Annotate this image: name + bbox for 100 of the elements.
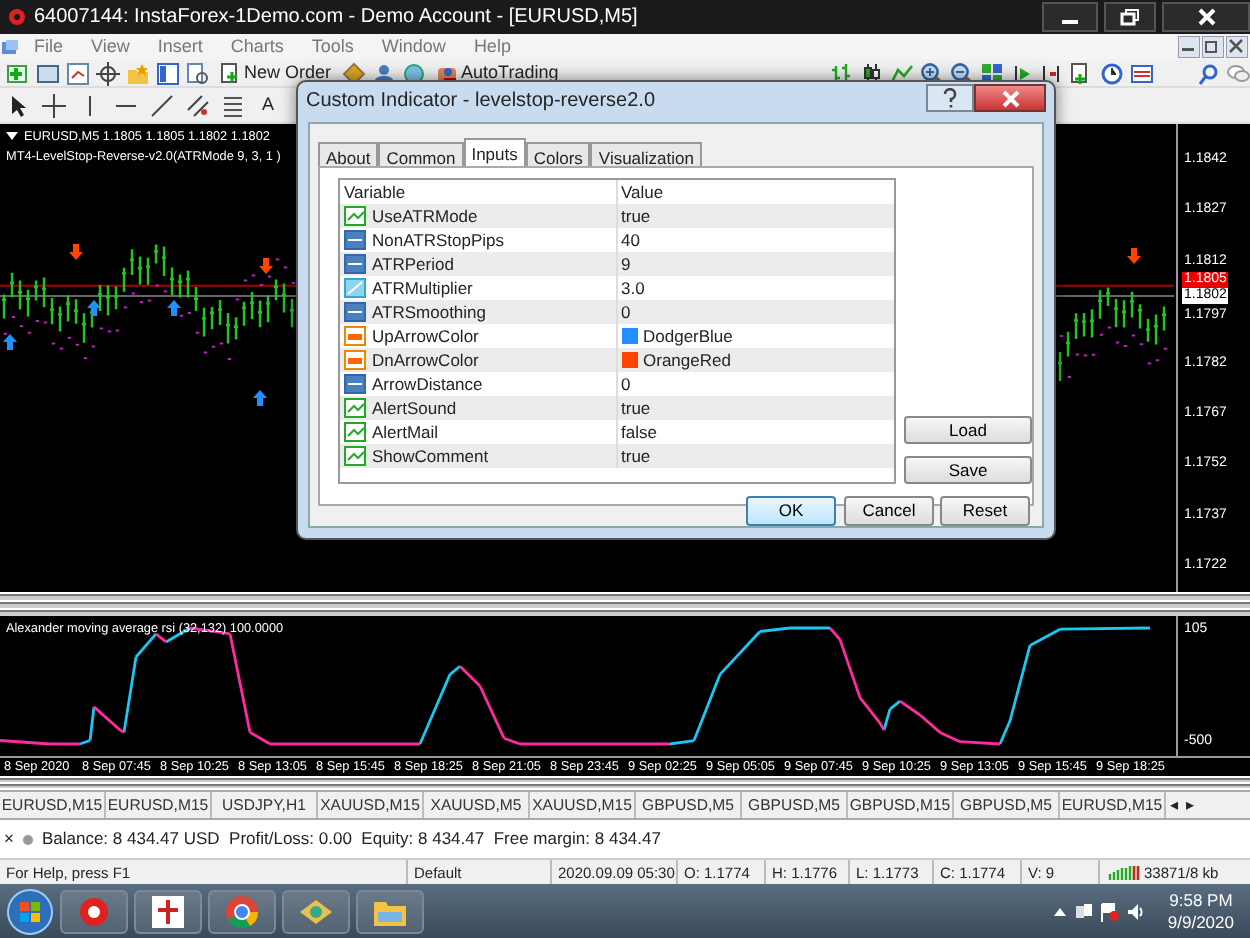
cursor-icon[interactable]	[6, 93, 30, 117]
variable-value[interactable]: 9	[621, 253, 631, 275]
restore-icon	[1120, 8, 1140, 26]
tray-arrow-icon[interactable]	[1051, 903, 1068, 919]
dialog-button[interactable]: Reset	[940, 496, 1030, 526]
dialog-button[interactable]: OK	[746, 496, 836, 526]
fibonacci-icon[interactable]	[222, 93, 246, 117]
variable-name: ArrowDistance	[372, 373, 483, 395]
variable-value[interactable]: 40	[621, 229, 640, 251]
window-title: 64007144: InstaForex-1Demo.com - Demo Account - [EURUSD,M5]	[34, 4, 640, 32]
taskbar-app[interactable]	[134, 889, 202, 933]
variable-value[interactable]: 0	[621, 301, 631, 323]
minimize-button[interactable]	[1042, 2, 1098, 32]
clock-time[interactable]: 9:58 PM	[1167, 889, 1234, 911]
variable-value[interactable]: 3.0	[621, 277, 645, 299]
network-icon[interactable]	[1073, 901, 1094, 921]
zoom-document-icon[interactable]	[186, 61, 210, 85]
account-summary: Balance: 8 434.47 USD Profit/Loss: 0.00 Equity: 8 434.47 Free margin: 8 434.47	[41, 826, 661, 852]
start-orb-icon[interactable]	[6, 887, 54, 935]
up-arrow-icon	[167, 300, 181, 316]
taskbar-app[interactable]	[208, 889, 276, 933]
variable-name: AlertMail	[372, 421, 439, 443]
up-arrow-icon	[87, 300, 101, 316]
restore-icon[interactable]	[1202, 36, 1224, 58]
channel-icon[interactable]	[186, 93, 210, 117]
help-icon	[942, 88, 958, 108]
signal-bars-icon	[1108, 864, 1140, 880]
variable-name: ATRMultiplier	[372, 277, 473, 299]
speaker-icon[interactable]	[1125, 901, 1146, 921]
side-button[interactable]: Load	[904, 416, 1032, 444]
variable-value[interactable]: true	[621, 205, 651, 227]
variable-name: UpArrowColor	[372, 325, 479, 347]
crosshair-icon[interactable]	[42, 93, 66, 117]
side-button[interactable]: Save	[904, 456, 1032, 484]
folder-star-icon[interactable]	[126, 61, 150, 85]
crosshair-icon[interactable]	[96, 61, 120, 85]
variable-name: NonATRStopPips	[372, 229, 504, 251]
variable-name: UseATRMode	[372, 205, 478, 227]
panel-icon[interactable]	[156, 61, 180, 85]
variable-value[interactable]: DodgerBlue	[643, 325, 733, 347]
flag-icon[interactable]	[1099, 901, 1120, 921]
up-arrow-icon	[3, 334, 17, 350]
close-icon	[1001, 89, 1019, 107]
up-arrow-icon	[253, 390, 267, 406]
help-button[interactable]	[926, 84, 974, 112]
taskbar-app[interactable]	[282, 889, 350, 933]
menu-item[interactable]: Help	[459, 33, 525, 61]
text-tool[interactable]: A	[258, 91, 279, 119]
chart-icon[interactable]	[66, 61, 90, 85]
restore-button[interactable]	[1104, 2, 1156, 32]
close-icon[interactable]	[1226, 36, 1248, 58]
menu-item[interactable]: Charts	[216, 33, 298, 61]
new-order-button[interactable]: New Order	[216, 59, 336, 87]
terminal-close[interactable]: ×	[4, 826, 14, 852]
minimize-icon[interactable]	[1178, 36, 1200, 58]
chat-icon[interactable]	[1226, 61, 1250, 85]
splitter-bar[interactable]	[0, 592, 1250, 616]
menu-item[interactable]: View	[77, 33, 144, 61]
gear-icon	[76, 893, 112, 929]
clock-icon[interactable]	[1100, 61, 1125, 85]
status-dot-icon	[21, 833, 34, 845]
scroll-icon[interactable]	[1010, 61, 1035, 85]
variable-value[interactable]: true	[621, 397, 651, 419]
menu-item[interactable]: Window	[367, 33, 460, 61]
clock-date[interactable]: 9/9/2020	[1167, 911, 1234, 933]
shift-icon[interactable]	[1040, 61, 1065, 85]
menu-item[interactable]: File	[20, 33, 78, 61]
variable-name: ATRSmoothing	[372, 301, 487, 323]
variable-name: ShowComment	[372, 445, 489, 467]
gear-icon	[6, 6, 28, 28]
dialog-button[interactable]: Cancel	[844, 496, 934, 526]
app-icon[interactable]	[0, 37, 20, 57]
search-icon[interactable]	[1196, 61, 1220, 85]
close-icon	[1197, 8, 1215, 26]
variable-name: AlertSound	[372, 397, 457, 419]
candlestick-icon[interactable]	[860, 61, 885, 85]
down-arrow-icon	[1127, 248, 1141, 264]
template-icon[interactable]	[1130, 61, 1155, 85]
variable-name: DnArrowColor	[372, 349, 479, 371]
down-arrow-icon	[69, 244, 83, 260]
window-icon[interactable]	[36, 61, 60, 85]
line-chart-icon[interactable]	[890, 61, 915, 85]
splitter-bar[interactable]	[0, 776, 1250, 790]
trend-line-icon[interactable]	[150, 93, 174, 117]
taskbar-app[interactable]	[60, 889, 128, 933]
close-button[interactable]	[1162, 2, 1250, 32]
variable-name: ATRPeriod	[372, 253, 454, 275]
close-button[interactable]	[974, 84, 1046, 112]
add-chart-icon[interactable]	[6, 61, 30, 85]
dialog-title: Custom Indicator - levelstop-reverse2.0	[306, 88, 656, 116]
menu-item[interactable]: Tools	[297, 33, 368, 61]
variable-value[interactable]: true	[621, 445, 651, 467]
column-header[interactable]: Variable	[340, 180, 616, 204]
variable-value[interactable]: false	[621, 421, 657, 443]
bar-chart-icon[interactable]	[830, 61, 855, 85]
down-arrow-icon	[259, 258, 273, 274]
menu-item[interactable]: Insert	[143, 33, 217, 61]
taskbar-app[interactable]	[356, 889, 424, 933]
column-header[interactable]: Value	[616, 180, 894, 204]
variable-value[interactable]: 0	[621, 373, 631, 395]
